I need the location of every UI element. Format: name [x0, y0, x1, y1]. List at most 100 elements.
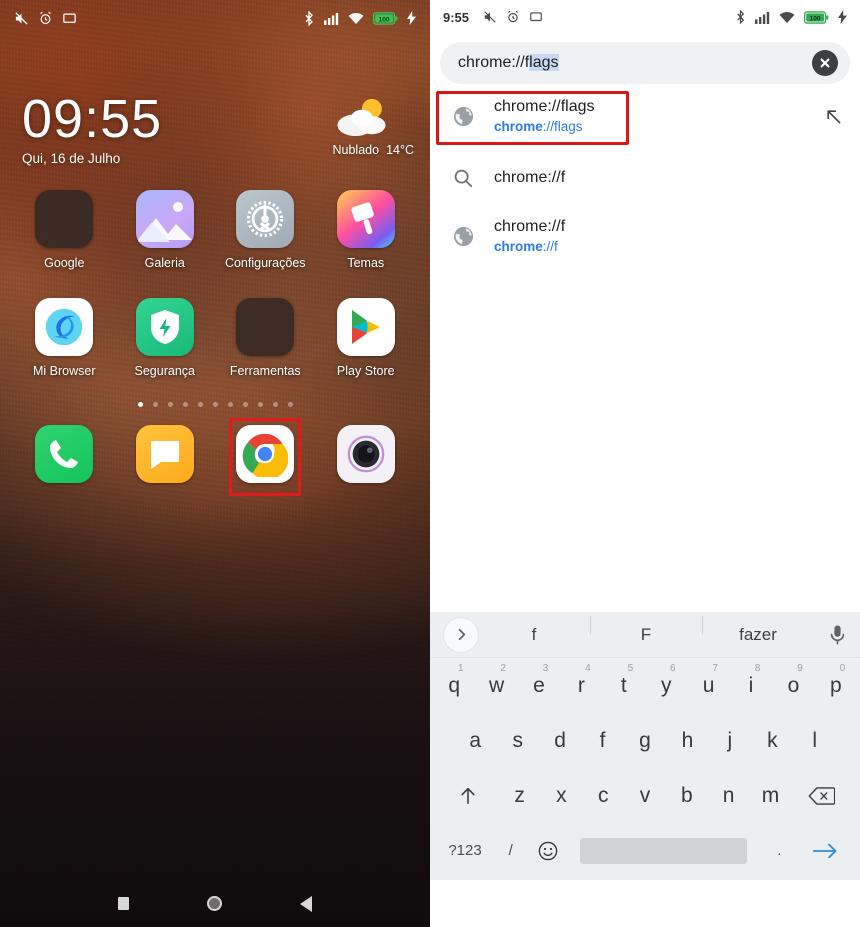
suggestion-row-2[interactable]: chrome://f — [430, 150, 860, 206]
page-dot[interactable] — [227, 401, 233, 407]
gallery-icon — [135, 189, 194, 248]
go-arrow-icon[interactable] — [798, 826, 852, 876]
app-galeria[interactable]: Galeria — [115, 189, 216, 270]
key-n[interactable]: n — [708, 771, 750, 821]
messages-icon — [135, 424, 194, 483]
page-dot[interactable] — [197, 401, 203, 407]
recents-square-icon[interactable] — [118, 897, 129, 910]
page-dot[interactable] — [137, 401, 143, 407]
key-m[interactable]: m — [750, 771, 792, 821]
home-screen: 100 09:55 Qui, 16 de Julho Nublado 14°C … — [0, 0, 430, 927]
dock — [0, 417, 430, 496]
page-indicator[interactable] — [0, 401, 430, 407]
key-label: w — [488, 673, 505, 697]
key-y[interactable]: 6y — [645, 661, 687, 711]
mute-icon — [14, 11, 29, 26]
page-dot[interactable] — [182, 401, 188, 407]
bluetooth-icon — [303, 10, 315, 26]
suggestion-title: chrome://f — [494, 169, 566, 187]
key-h[interactable]: h — [666, 716, 708, 766]
key-slash[interactable]: / — [492, 826, 529, 876]
chevron-right-icon[interactable] — [444, 617, 478, 652]
key-f[interactable]: f — [581, 716, 623, 766]
key-number: 7 — [712, 662, 718, 674]
keyboard-suggestion-3[interactable]: fazer — [702, 615, 814, 645]
key-o[interactable]: 9o — [772, 661, 814, 711]
page-dot[interactable] — [212, 401, 218, 407]
page-dot[interactable] — [242, 401, 248, 407]
back-triangle-icon[interactable] — [300, 895, 312, 912]
shift-arrow-icon[interactable] — [438, 771, 499, 821]
page-dot[interactable] — [167, 401, 173, 407]
dock-item-messages[interactable] — [115, 424, 216, 483]
fill-arrow-icon[interactable] — [820, 107, 846, 126]
omnibox-container: chrome://flags — [430, 34, 860, 84]
omnibox-text[interactable]: chrome://flags — [458, 54, 812, 72]
dock-item-chrome[interactable] — [215, 417, 316, 496]
home-status-bar: 100 — [0, 0, 430, 36]
key-j[interactable]: j — [709, 716, 751, 766]
app-play-store[interactable]: Play Store — [316, 297, 417, 378]
key-t[interactable]: 5t — [603, 661, 645, 711]
page-dot[interactable] — [287, 401, 293, 407]
page-dot[interactable] — [257, 401, 263, 407]
page-dot[interactable] — [152, 401, 158, 407]
key-label: y — [660, 673, 672, 697]
key-b[interactable]: b — [666, 771, 708, 821]
microphone-icon[interactable] — [814, 624, 860, 646]
keyboard-suggestion-1[interactable]: f — [478, 625, 590, 645]
dual-screenshot-container: 100 09:55 Qui, 16 de Julho Nublado 14°C … — [0, 0, 860, 927]
key-p[interactable]: 0p — [815, 661, 857, 711]
key-k[interactable]: k — [751, 716, 793, 766]
key-r[interactable]: 4r — [560, 661, 602, 711]
home-circle-icon[interactable] — [207, 896, 222, 911]
key-z[interactable]: z — [499, 771, 541, 821]
app-seguranca[interactable]: Segurança — [115, 297, 216, 378]
backspace-icon[interactable] — [791, 771, 852, 821]
key-i[interactable]: 8i — [730, 661, 772, 711]
key-x[interactable]: x — [540, 771, 582, 821]
key-s[interactable]: s — [496, 716, 538, 766]
app-temas[interactable]: Temas — [316, 189, 417, 270]
emoji-icon[interactable] — [529, 826, 566, 876]
app-ferramentas[interactable]: Ferramentas — [215, 297, 316, 378]
key-d[interactable]: d — [539, 716, 581, 766]
key-a[interactable]: a — [454, 716, 496, 766]
key-e[interactable]: 3e — [518, 661, 560, 711]
suggestion-url-rest: ://f — [542, 238, 558, 254]
phone-icon — [35, 424, 94, 483]
key-q[interactable]: 1q — [433, 661, 475, 711]
key-w[interactable]: 2w — [475, 661, 517, 711]
dock-item-phone[interactable] — [14, 424, 115, 483]
suggestion-url-bold: chrome — [494, 118, 543, 134]
suggestion-title: chrome://f — [494, 218, 566, 236]
suggestion-row-3[interactable]: chrome://f chrome://f — [430, 208, 860, 264]
page-dot[interactable] — [272, 401, 278, 407]
svg-text:100: 100 — [810, 15, 821, 22]
keyboard-row-3: z x c v b n m — [430, 768, 860, 823]
key-l[interactable]: l — [794, 716, 836, 766]
key-u[interactable]: 7u — [687, 661, 729, 711]
symbols-key[interactable]: ?123 — [438, 826, 492, 876]
app-google[interactable]: Google — [14, 189, 115, 270]
clear-circle-icon[interactable] — [812, 50, 838, 76]
omnibox[interactable]: chrome://flags — [440, 42, 850, 84]
weather-condition: Nublado — [332, 143, 380, 157]
space-key[interactable] — [567, 826, 761, 876]
status-bar-right-icons: 100 — [735, 10, 847, 24]
suggestion-row-1[interactable]: chrome://flags chrome://flags — [430, 88, 860, 145]
weather-widget[interactable]: Nublado 14°C — [332, 95, 414, 157]
chrome-omnibox-screen: 9:55 100 chrome://flags chrome://flags c… — [430, 0, 860, 927]
key-c[interactable]: c — [582, 771, 624, 821]
dock-item-camera[interactable] — [316, 424, 417, 483]
key-period[interactable]: . — [761, 826, 798, 876]
battery-icon: 100 — [804, 10, 829, 24]
app-configuracoes[interactable]: Configurações — [215, 189, 316, 270]
key-g[interactable]: g — [624, 716, 666, 766]
key-label: q — [448, 673, 461, 697]
key-label: u — [702, 673, 715, 697]
keyboard-suggestion-2[interactable]: F — [590, 615, 702, 645]
clock-widget[interactable]: 09:55 Qui, 16 de Julho Nublado 14°C — [0, 91, 430, 166]
key-v[interactable]: v — [624, 771, 666, 821]
app-mi-browser[interactable]: Mi Browser — [14, 297, 115, 378]
